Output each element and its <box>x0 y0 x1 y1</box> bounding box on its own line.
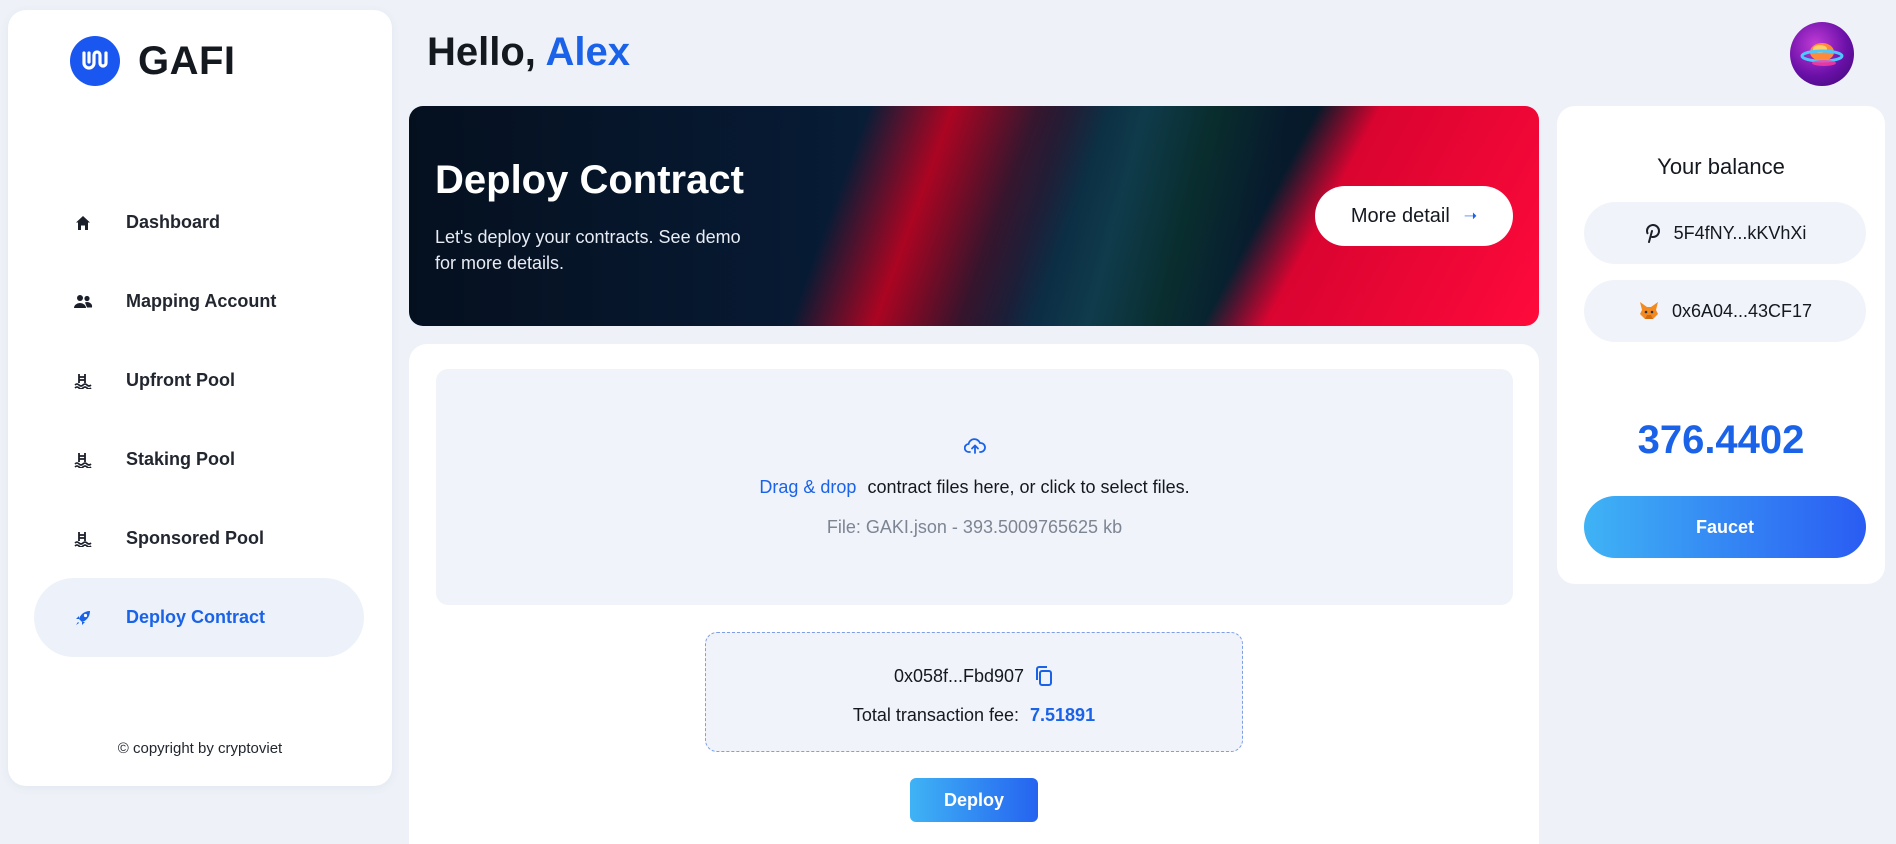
fee-value: 7.51891 <box>1030 705 1096 725</box>
file-dropzone[interactable]: Drag & drop contract files here, or clic… <box>436 369 1513 605</box>
sidebar-item-label: Mapping Account <box>126 291 277 311</box>
drag-drop-link[interactable]: Drag & drop <box>759 477 856 497</box>
transaction-summary: 0x058f...Fbd907 Total transaction fee: 7… <box>705 632 1243 752</box>
sidebar-item-deploy-contract[interactable]: Deploy Contract <box>34 578 364 657</box>
sidebar-item-dashboard[interactable]: Dashboard <box>34 183 364 262</box>
home-icon <box>72 212 94 234</box>
page-greeting: Hello, Alex <box>427 30 630 75</box>
deploy-card: Drag & drop contract files here, or clic… <box>409 344 1539 844</box>
user-name: Alex <box>545 30 631 74</box>
sidebar-item-label: Sponsored Pool <box>126 528 265 548</box>
contract-address-row: 0x058f...Fbd907 <box>706 665 1242 687</box>
sidebar-nav: Dashboard Mapping Account Upfront Pool S… <box>34 183 364 657</box>
pool-icon <box>72 528 94 550</box>
planet-avatar-icon <box>1800 43 1844 66</box>
brand-name: GAFI <box>138 38 236 83</box>
sidebar-item-label: Upfront Pool <box>126 370 235 390</box>
more-detail-button[interactable]: More detail ➝ <box>1315 186 1513 246</box>
sidebar: GAFI Dashboard Mapping Account Upfront P… <box>8 10 392 786</box>
greeting-text: Hello, <box>427 30 536 74</box>
faucet-button[interactable]: Faucet <box>1584 496 1866 558</box>
gafi-logo-icon <box>70 36 120 86</box>
cloud-upload-icon <box>964 438 986 454</box>
polkadot-wallet-address[interactable]: 5F4fNY...kKVhXi <box>1584 202 1866 264</box>
contract-address: 0x058f...Fbd907 <box>893 665 1025 686</box>
sidebar-item-label: Staking Pool <box>126 449 236 469</box>
metamask-fox-icon <box>1639 302 1658 319</box>
sidebar-item-mapping-account[interactable]: Mapping Account <box>34 262 364 341</box>
fee-label: Total transaction fee: <box>852 705 1019 725</box>
dropzone-text: contract files here, or click to select … <box>867 477 1190 497</box>
balance-card: Your balance 5F4fNY...kKVhXi 0x6A04...43… <box>1557 106 1885 584</box>
sidebar-item-sponsored-pool[interactable]: Sponsored Pool <box>34 499 364 578</box>
pool-icon <box>72 370 94 392</box>
sidebar-item-label: Deploy Contract <box>126 607 266 627</box>
deploy-banner: Deploy Contract Let's deploy your contra… <box>409 106 1539 326</box>
copyright-text: © copyright by cryptoviet <box>117 740 283 757</box>
deploy-button[interactable]: Deploy <box>910 778 1038 822</box>
copy-icon[interactable] <box>1034 665 1054 687</box>
avatar[interactable] <box>1790 22 1854 86</box>
balance-title: Your balance <box>1657 154 1785 179</box>
pool-icon <box>72 449 94 471</box>
balance-amount: 376.4402 <box>1637 418 1805 462</box>
selected-file-info: File: GAKI.json - 393.5009765625 kb <box>826 517 1123 537</box>
rocket-icon <box>72 607 94 629</box>
banner-description: Let's deploy your contracts. See demo fo… <box>435 227 741 273</box>
more-detail-label: More detail <box>1350 204 1450 227</box>
sidebar-item-staking-pool[interactable]: Staking Pool <box>34 420 364 499</box>
people-icon <box>72 291 94 313</box>
metamask-wallet-address[interactable]: 0x6A04...43CF17 <box>1584 280 1866 342</box>
metamask-address: 0x6A04...43CF17 <box>1671 300 1813 321</box>
polkadot-address: 5F4fNY...kKVhXi <box>1673 222 1807 243</box>
dropzone-instruction: Drag & drop contract files here, or clic… <box>436 477 1513 498</box>
banner-title: Deploy Contract <box>435 158 744 202</box>
sidebar-item-label: Dashboard <box>126 212 221 232</box>
arrow-right-icon: ➝ <box>1463 208 1478 225</box>
polkadot-icon <box>1645 224 1660 243</box>
logo[interactable]: GAFI <box>70 36 236 86</box>
transaction-fee-row: Total transaction fee: 7.51891 <box>706 705 1242 726</box>
sidebar-item-upfront-pool[interactable]: Upfront Pool <box>34 341 364 420</box>
